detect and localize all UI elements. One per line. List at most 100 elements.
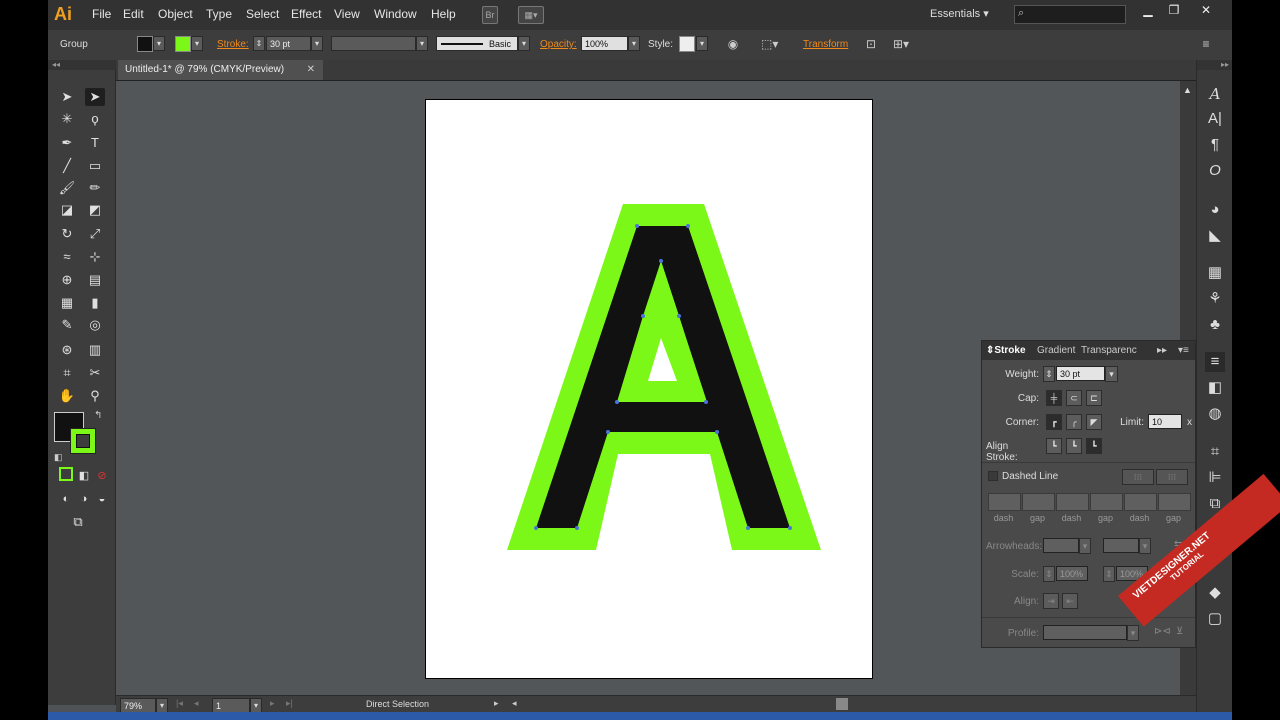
previous-artboard-icon[interactable]: ◂ — [194, 698, 199, 709]
gap-field-3[interactable] — [1158, 493, 1191, 511]
round-join-icon[interactable]: ╭ — [1066, 414, 1082, 430]
blend-tool-icon[interactable]: ◎ — [85, 316, 105, 334]
dash-field-3[interactable] — [1124, 493, 1157, 511]
stroke-link[interactable]: Stroke: — [217, 39, 249, 50]
bridge-icon[interactable]: Br — [482, 6, 498, 24]
color-guide-icon[interactable]: ◣ — [1205, 226, 1225, 246]
type-tool-icon[interactable]: T — [85, 134, 105, 152]
profile-dropdown-icon[interactable]: ▾ — [416, 36, 428, 51]
pen-tool-icon[interactable]: ✒ — [57, 134, 77, 152]
color-panel-icon[interactable]: ◕ — [1205, 200, 1225, 220]
slice-tool-icon[interactable]: ✂ — [85, 364, 105, 382]
dash-field-1[interactable] — [988, 493, 1021, 511]
direct-selection-tool-icon[interactable]: ➤ — [85, 88, 105, 106]
rectangle-tool-icon[interactable]: ▭ — [85, 157, 105, 175]
start-arrowhead-select[interactable] — [1043, 538, 1079, 553]
align-dash-icon[interactable]: ⁝⁝⁝ — [1156, 469, 1188, 485]
default-colors-icon[interactable]: ◧ — [54, 452, 63, 463]
opacity-link[interactable]: Opacity: — [540, 39, 577, 50]
close-icon[interactable]: ✕ — [1194, 2, 1218, 18]
start-scale-field[interactable]: 100% — [1056, 566, 1088, 581]
bevel-join-icon[interactable]: ◤ — [1086, 414, 1102, 430]
lasso-tool-icon[interactable]: ϙ — [85, 110, 105, 128]
dash-field-2[interactable] — [1056, 493, 1089, 511]
zoom-tool-icon[interactable]: ⚲ — [85, 387, 105, 405]
gap-field-2[interactable] — [1090, 493, 1123, 511]
artboard-dropdown-icon[interactable]: ▾ — [250, 698, 262, 713]
arrange-documents-icon[interactable]: ▦▾ — [518, 6, 544, 24]
start-scale-stepper[interactable]: ⇕ — [1043, 566, 1055, 582]
width-tool-icon[interactable]: ≈ — [57, 248, 77, 266]
last-artboard-icon[interactable]: ▸| — [286, 698, 293, 709]
horizontal-scroll-thumb[interactable] — [836, 698, 848, 710]
artboard-number-field[interactable]: 1 — [212, 698, 250, 713]
weight-field[interactable]: 30 pt — [1056, 366, 1105, 381]
dashed-line-checkbox[interactable] — [988, 471, 998, 481]
round-cap-icon[interactable]: ⊂ — [1066, 390, 1082, 406]
menu-window[interactable]: Window — [374, 7, 417, 21]
variable-width-profile[interactable] — [331, 36, 416, 51]
swap-fill-stroke-icon[interactable]: ↰ — [94, 410, 102, 421]
stroke-weight-field[interactable]: 30 pt — [266, 36, 311, 51]
gradient-mode-icon[interactable]: ◧ — [74, 467, 94, 485]
align-to-icon[interactable]: ⬚▾ — [761, 37, 778, 51]
brush-definition[interactable]: Basic — [436, 36, 518, 51]
rotate-tool-icon[interactable]: ↻ — [57, 225, 77, 243]
close-tab-icon[interactable]: ✕ — [307, 60, 315, 80]
menu-select[interactable]: Select — [246, 7, 279, 21]
hand-tool-icon[interactable]: ✋ — [57, 387, 77, 405]
scroll-left-icon[interactable]: ◂ — [512, 698, 517, 709]
scale-tool-icon[interactable]: ⤢ — [85, 225, 105, 243]
opentype-panel-icon[interactable]: O — [1205, 161, 1225, 181]
end-scale-stepper[interactable]: ⇕ — [1103, 566, 1115, 582]
align-panel-icon[interactable]: ⊫ — [1205, 468, 1225, 488]
search-input[interactable]: ⌕ — [1014, 5, 1126, 24]
stroke-color-box[interactable] — [70, 428, 96, 454]
tab-stroke[interactable]: ⇕Stroke — [986, 345, 1026, 356]
transform-panel-icon[interactable]: ⌗ — [1205, 442, 1225, 462]
transparency-panel-icon[interactable]: ◍ — [1205, 404, 1225, 424]
menu-type[interactable]: Type — [206, 7, 232, 21]
paintbrush-tool-icon[interactable]: 🖌 — [57, 179, 77, 197]
style-dropdown-icon[interactable]: ▾ — [696, 36, 708, 51]
stroke-weight-dropdown-icon[interactable]: ▾ — [311, 36, 323, 51]
tab-gradient[interactable]: Gradient — [1037, 345, 1075, 356]
collapse-panel-icon[interactable]: ▸▸ — [1157, 345, 1167, 356]
draw-inside-icon[interactable]: ◒ — [92, 490, 112, 508]
opacity-dropdown-icon[interactable]: ▾ — [628, 36, 640, 51]
profile-dropdown-icon[interactable]: ▾ — [1127, 625, 1139, 641]
gradient-tool-icon[interactable]: ▮ — [85, 294, 105, 312]
restore-icon[interactable]: ❐ — [1162, 2, 1186, 18]
menu-view[interactable]: View — [334, 7, 360, 21]
end-arrowhead-select[interactable] — [1103, 538, 1139, 553]
column-graph-tool-icon[interactable]: ▥ — [85, 341, 105, 359]
eraser-tool-icon[interactable]: ◩ — [85, 201, 105, 219]
magic-wand-tool-icon[interactable]: ✳ — [57, 110, 77, 128]
line-tool-icon[interactable]: ╱ — [57, 157, 77, 175]
isolate-icon[interactable]: ⊡ — [863, 37, 879, 51]
minimize-icon[interactable]: ▁ — [1136, 2, 1160, 18]
swatches-panel-icon[interactable]: ▦ — [1205, 263, 1225, 283]
mesh-tool-icon[interactable]: ▦ — [57, 294, 77, 312]
panel-options-icon[interactable]: ▾≡ — [1178, 345, 1189, 356]
opacity-field[interactable]: 100% — [581, 36, 628, 51]
gap-field-1[interactable] — [1022, 493, 1055, 511]
stroke-swatch[interactable] — [175, 36, 191, 52]
blob-brush-tool-icon[interactable]: ◪ — [57, 201, 77, 219]
symbols-panel-icon[interactable]: ♣ — [1205, 315, 1225, 335]
align-inside-icon[interactable]: ┗ — [1066, 438, 1082, 454]
menu-help[interactable]: Help — [431, 7, 456, 21]
limit-field[interactable]: 10 — [1148, 414, 1182, 429]
color-mode-icon[interactable] — [56, 467, 76, 485]
align-outside-icon[interactable]: ┗ — [1086, 438, 1102, 454]
gradient-panel-icon[interactable]: ◧ — [1205, 378, 1225, 398]
align-center-icon[interactable]: ┗ — [1046, 438, 1062, 454]
artboards-panel-icon[interactable]: ▢ — [1205, 609, 1225, 629]
recolor-artwork-icon[interactable]: ◉ — [725, 37, 741, 51]
first-artboard-icon[interactable]: |◂ — [176, 698, 183, 709]
pencil-tool-icon[interactable]: ✏ — [85, 179, 105, 197]
projecting-cap-icon[interactable]: ⊏ — [1086, 390, 1102, 406]
arrow-extend-icon[interactable]: ⇥ — [1043, 593, 1059, 609]
next-artboard-icon[interactable]: ▸ — [270, 698, 275, 709]
brush-dropdown-icon[interactable]: ▾ — [518, 36, 530, 51]
